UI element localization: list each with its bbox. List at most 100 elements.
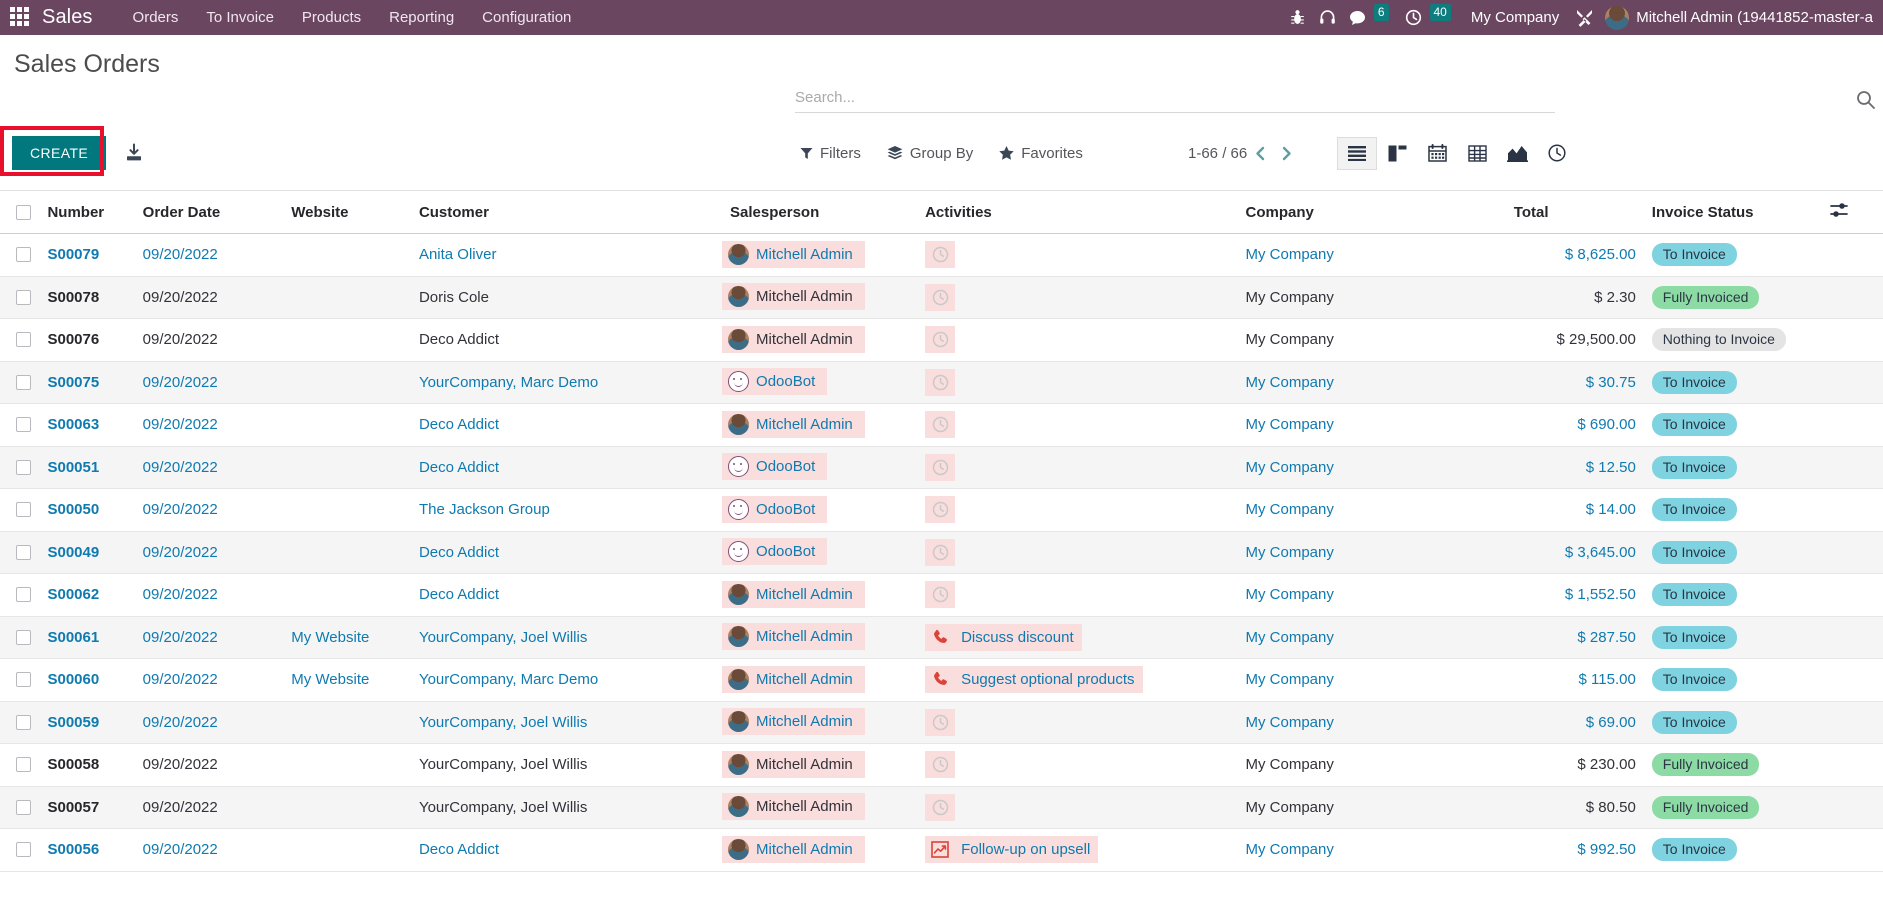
cell-number[interactable]: S00059: [39, 701, 135, 744]
cell-salesperson[interactable]: OdooBot: [722, 361, 918, 404]
activities-counter[interactable]: 40: [1399, 0, 1451, 35]
cell-customer[interactable]: The Jackson Group: [410, 488, 723, 532]
cell-salesperson[interactable]: OdooBot: [722, 531, 918, 574]
filters-dropdown[interactable]: Filters: [800, 145, 861, 162]
cell-website[interactable]: My Website: [283, 658, 411, 702]
cell-order-date[interactable]: 09/20/2022: [134, 446, 284, 489]
activity-wrapper[interactable]: [917, 532, 1237, 573]
salesperson-chip[interactable]: Mitchell Admin: [722, 623, 865, 651]
table-row[interactable]: S00056 09/20/2022 Deco Addict Mitchell Admi…: [0, 828, 1883, 872]
cell-activities[interactable]: [917, 488, 1238, 532]
cell-customer[interactable]: Deco Addict: [410, 828, 723, 872]
cell-salesperson[interactable]: Mitchell Admin: [722, 616, 918, 659]
cell-company[interactable]: My Company: [1237, 233, 1514, 277]
row-checkbox[interactable]: [16, 247, 31, 263]
cell-number[interactable]: S00050: [39, 488, 135, 532]
clock-icon[interactable]: [925, 368, 956, 396]
row-checkbox[interactable]: [16, 842, 31, 858]
cell-number[interactable]: S00051: [39, 446, 135, 489]
clock-icon[interactable]: [925, 326, 956, 354]
view-pivot-button[interactable]: [1457, 137, 1497, 170]
cell-customer[interactable]: Deco Addict: [410, 531, 723, 574]
cell-total[interactable]: $ 992.50: [1513, 828, 1644, 872]
cell-company[interactable]: My Company: [1237, 531, 1514, 574]
cell-activities[interactable]: [917, 318, 1238, 362]
table-row[interactable]: S00051 09/20/2022 Deco Addict OdooBot My Com…: [0, 446, 1883, 489]
cell-salesperson[interactable]: OdooBot: [722, 446, 918, 489]
cell-company[interactable]: My Company: [1237, 573, 1514, 617]
cell-salesperson[interactable]: Mitchell Admin: [722, 403, 918, 447]
clock-icon[interactable]: [925, 793, 956, 821]
clock-icon[interactable]: [925, 241, 956, 269]
tools-wrench-icon[interactable]: [1569, 0, 1599, 35]
salesperson-chip[interactable]: Mitchell Admin: [722, 580, 865, 608]
row-checkbox[interactable]: [16, 502, 31, 518]
cell-salesperson[interactable]: Mitchell Admin: [722, 786, 918, 829]
row-select-cell[interactable]: [0, 828, 40, 872]
cell-salesperson[interactable]: Mitchell Admin: [722, 318, 918, 362]
cell-order-date[interactable]: 09/20/2022: [134, 828, 284, 872]
table-row[interactable]: S00057 09/20/2022 YourCompany, Joel Willis…: [0, 786, 1883, 829]
row-checkbox[interactable]: [16, 417, 31, 433]
cell-order-date[interactable]: 09/20/2022: [134, 531, 284, 574]
cell-activities[interactable]: [917, 573, 1238, 617]
column-header-activities[interactable]: Activities: [917, 191, 1238, 234]
clock-icon[interactable]: [925, 496, 956, 524]
salesperson-chip[interactable]: Mitchell Admin: [722, 240, 865, 268]
table-row[interactable]: S00075 09/20/2022 YourCompany, Marc Demo Od…: [0, 361, 1883, 404]
menu-reporting[interactable]: Reporting: [375, 0, 468, 35]
cell-total[interactable]: $ 69.00: [1513, 701, 1644, 744]
cell-salesperson[interactable]: Mitchell Admin: [722, 573, 918, 617]
phone-call-icon[interactable]: [925, 623, 956, 651]
activity-wrapper[interactable]: [917, 447, 1237, 488]
groupby-dropdown[interactable]: Group By: [887, 145, 973, 162]
cell-activities[interactable]: [917, 743, 1238, 787]
row-select-cell[interactable]: [0, 743, 40, 787]
cell-customer[interactable]: Anita Oliver: [410, 233, 723, 277]
table-row[interactable]: S00050 09/20/2022 The Jackson Group OdooBot…: [0, 488, 1883, 532]
cell-total[interactable]: $ 14.00: [1513, 488, 1644, 532]
table-row[interactable]: S00076 09/20/2022 Deco Addict Mitchell Admi…: [0, 318, 1883, 362]
pager-next-button[interactable]: [1273, 140, 1299, 166]
table-row[interactable]: S00058 09/20/2022 YourCompany, Joel Willis…: [0, 743, 1883, 787]
cell-order-date[interactable]: 09/20/2022: [134, 658, 284, 702]
activity-wrapper[interactable]: [917, 319, 1237, 360]
activity-wrapper[interactable]: [917, 702, 1237, 743]
import-records-icon[interactable]: [124, 143, 144, 163]
clock-icon[interactable]: [1399, 0, 1429, 35]
app-brand-sales[interactable]: Sales: [42, 6, 93, 29]
optional-columns-toggle[interactable]: [1829, 191, 1883, 234]
cell-customer[interactable]: Deco Addict: [410, 403, 723, 447]
row-select-cell[interactable]: [0, 233, 40, 277]
column-header-invoice-status[interactable]: Invoice Status: [1643, 191, 1830, 234]
cell-number[interactable]: S00062: [39, 573, 135, 617]
apps-menu-icon[interactable]: [10, 6, 32, 29]
clock-icon[interactable]: [925, 453, 956, 481]
cell-number[interactable]: S00079: [39, 233, 135, 277]
activity-wrapper[interactable]: Suggest optional products: [917, 659, 1237, 700]
table-row[interactable]: S00049 09/20/2022 Deco Addict OdooBot My Com…: [0, 531, 1883, 574]
row-select-cell[interactable]: [0, 318, 40, 362]
row-select-cell[interactable]: [0, 786, 40, 829]
create-button[interactable]: CREATE: [12, 136, 107, 170]
cell-total[interactable]: $ 30.75: [1513, 361, 1644, 404]
cell-website[interactable]: My Website: [283, 616, 411, 659]
clock-icon[interactable]: [925, 708, 956, 736]
cell-activities[interactable]: [917, 446, 1238, 489]
cell-number[interactable]: S00060: [39, 658, 135, 702]
activity-wrapper[interactable]: [917, 277, 1237, 318]
row-checkbox[interactable]: [16, 672, 31, 688]
row-select-cell[interactable]: [0, 488, 40, 532]
cell-order-date[interactable]: 09/20/2022: [134, 573, 284, 617]
row-checkbox[interactable]: [16, 587, 31, 603]
activity-label[interactable]: Follow-up on upsell: [955, 836, 1099, 864]
cell-number[interactable]: S00075: [39, 361, 135, 404]
salesperson-chip[interactable]: Mitchell Admin: [722, 325, 865, 353]
row-select-cell[interactable]: [0, 446, 40, 489]
menu-to-invoice[interactable]: To Invoice: [192, 0, 288, 35]
cell-number[interactable]: S00063: [39, 403, 135, 447]
cell-total[interactable]: $ 115.00: [1513, 658, 1644, 702]
cell-number[interactable]: S00056: [39, 828, 135, 872]
row-select-cell[interactable]: [0, 573, 40, 617]
row-checkbox[interactable]: [16, 374, 31, 390]
